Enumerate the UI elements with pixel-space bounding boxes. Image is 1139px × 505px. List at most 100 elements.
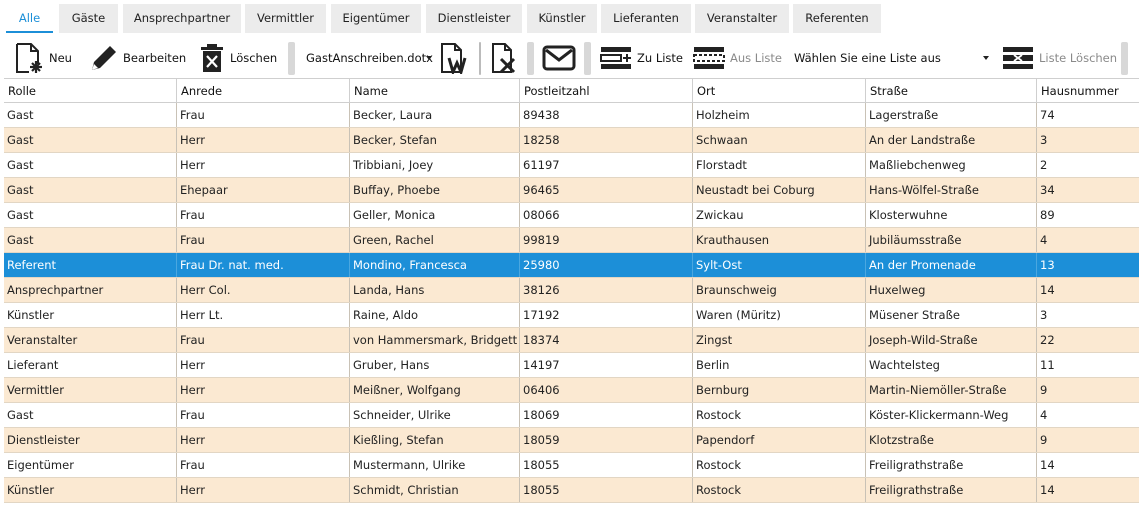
word-document-button[interactable]	[439, 38, 471, 78]
cell-strasse: Joseph-Wild-Straße	[866, 328, 1037, 352]
tab-gaeste[interactable]: Gäste	[59, 4, 118, 33]
new-button-label: Neu	[49, 51, 72, 65]
table-row[interactable]: Gast Herr Becker, Stefan 18258 Schwaan An der…	[4, 128, 1139, 153]
cell-hausnummer: 4	[1040, 233, 1048, 247]
template-dropdown-value: GastAnschreiben.dotx	[306, 51, 433, 65]
toolbar-separator	[527, 42, 534, 75]
cell-strasse: Lagerstraße	[866, 103, 1037, 127]
cell-ort: Neustadt bei Coburg	[693, 178, 866, 202]
cell-hausnummer: 2	[1040, 158, 1048, 172]
cell-strasse: Wachtelsteg	[866, 353, 1037, 377]
cell-rolle: Künstler	[4, 303, 177, 327]
cell-anrede: Herr	[177, 153, 350, 177]
column-header-ort[interactable]: Ort	[693, 79, 866, 103]
table-row[interactable]: Eigentümer Frau Mustermann, Ulrike 18055 Ros…	[4, 453, 1139, 478]
cell-ort: Papendorf	[693, 428, 866, 452]
tab-kuenstler[interactable]: Künstler	[527, 4, 597, 33]
trash-icon	[201, 44, 223, 72]
cell-postleitzahl: 18258	[520, 128, 693, 152]
cell-rolle: Künstler	[4, 478, 177, 502]
add-to-list-button[interactable]: Zu Liste	[600, 38, 683, 78]
delete-list-icon	[1003, 47, 1033, 69]
chevron-down-icon	[983, 56, 989, 60]
table-row[interactable]: Künstler Herr Schmidt, Christian 18055 Rosto…	[4, 478, 1139, 503]
cell-name: von Hammersmark, Bridgett	[350, 328, 520, 352]
tab-eigentuemer[interactable]: Eigentümer	[331, 4, 421, 33]
cell-rolle: Dienstleister	[4, 428, 177, 452]
envelope-icon	[542, 45, 576, 71]
cell-hausnummer: 34	[1040, 183, 1055, 197]
cell-strasse: An der Landstraße	[866, 128, 1037, 152]
table-row[interactable]: Vermittler Herr Meißner, Wolfgang 06406 Bern…	[4, 378, 1139, 403]
table-row[interactable]: Gast Herr Tribbiani, Joey 61197 Florstadt Maß…	[4, 153, 1139, 178]
tab-lieferanten[interactable]: Lieferanten	[601, 4, 691, 33]
excel-document-button[interactable]	[490, 38, 518, 78]
cell-name: Landa, Hans	[350, 278, 520, 302]
column-header-postleitzahl[interactable]: Postleitzahl	[520, 79, 693, 103]
toolbar-separator	[288, 42, 295, 75]
cell-hausnummer: 14	[1040, 483, 1055, 497]
column-header-hausnummer[interactable]: Hausnummer	[1037, 79, 1139, 103]
add-to-list-icon	[600, 47, 631, 69]
cell-strasse: An der Promenade	[866, 253, 1037, 277]
template-dropdown[interactable]: GastAnschreiben.dotx	[306, 38, 433, 78]
cell-postleitzahl: 14197	[520, 353, 693, 377]
cell-postleitzahl: 38126	[520, 278, 693, 302]
new-document-icon	[16, 43, 42, 73]
cell-rolle: Referent	[4, 253, 177, 277]
table-row[interactable]: Dienstleister Herr Kießling, Stefan 18059 Pa…	[4, 428, 1139, 453]
cell-name: Mondino, Francesca	[350, 253, 520, 277]
pencil-icon	[92, 46, 116, 70]
table-row[interactable]: Gast Frau Becker, Laura 89438 Holzheim Lagers…	[4, 103, 1139, 128]
remove-from-list-button[interactable]: Aus Liste	[693, 38, 782, 78]
list-dropdown[interactable]: Wählen Sie eine Liste aus	[794, 38, 941, 78]
cell-strasse: Köster-Klickermann-Weg	[866, 403, 1037, 427]
table-row[interactable]: Ansprechpartner Herr Col. Landa, Hans 38126…	[4, 278, 1139, 303]
toolbar-separator	[584, 42, 591, 75]
table-row[interactable]: Gast Frau Geller, Monica 08066 Zwickau Kloste…	[4, 203, 1139, 228]
cell-anrede: Herr Col.	[177, 278, 350, 302]
delete-list-button[interactable]: Liste Löschen	[1002, 38, 1117, 78]
column-header-strasse[interactable]: Straße	[866, 79, 1037, 103]
cell-anrede: Herr Lt.	[177, 303, 350, 327]
delete-button[interactable]: Löschen	[199, 38, 277, 78]
cell-strasse: Hans-Wölfel-Straße	[866, 178, 1037, 202]
table-row[interactable]: Gast Frau Green, Rachel 99819 Krauthausen Jub…	[4, 228, 1139, 253]
cell-anrede: Herr	[177, 478, 350, 502]
cell-postleitzahl: 99819	[520, 228, 693, 252]
toolbar: Neu Bearbeiten Löschen GastAnschreiben.d…	[0, 38, 1139, 78]
column-header-name[interactable]: Name	[350, 79, 520, 103]
email-button[interactable]	[542, 38, 576, 78]
cell-anrede: Frau	[177, 453, 350, 477]
column-header-anrede[interactable]: Anrede	[177, 79, 350, 103]
table-row[interactable]: Lieferant Herr Gruber, Hans 14197 Berlin Wach…	[4, 353, 1139, 378]
cell-anrede: Herr	[177, 428, 350, 452]
tab-dienstleister[interactable]: Dienstleister	[426, 4, 522, 33]
table-row[interactable]: Gast Frau Schneider, Ulrike 18069 Rostock Kös…	[4, 403, 1139, 428]
cell-name: Kießling, Stefan	[350, 428, 520, 452]
cell-postleitzahl: 89438	[520, 103, 693, 127]
remove-from-list-icon	[693, 47, 725, 69]
cell-anrede: Frau	[177, 103, 350, 127]
cell-postleitzahl: 18069	[520, 403, 693, 427]
cell-anrede: Frau Dr. nat. med.	[177, 253, 350, 277]
tab-vermittler[interactable]: Vermittler	[245, 4, 326, 33]
tab-ansprechpartner[interactable]: Ansprechpartner	[123, 4, 241, 33]
edit-button[interactable]: Bearbeiten	[88, 38, 186, 78]
tab-veranstalter[interactable]: Veranstalter	[695, 4, 789, 33]
tab-referenten[interactable]: Referenten	[793, 4, 881, 33]
cell-rolle: Gast	[4, 228, 177, 252]
cell-hausnummer: 89	[1040, 208, 1055, 222]
new-button[interactable]: Neu	[14, 38, 72, 78]
tab-alle[interactable]: Alle	[6, 4, 53, 33]
table-row[interactable]: Referent Frau Dr. nat. med. Mondino, Franc…	[4, 253, 1139, 278]
table-row[interactable]: Gast Ehepaar Buffay, Phoebe 96465 Neustadt b…	[4, 178, 1139, 203]
cell-postleitzahl: 18055	[520, 453, 693, 477]
table-row[interactable]: Veranstalter Frau von Hammersmark, Bridget…	[4, 328, 1139, 353]
cell-strasse: Klotzstraße	[866, 428, 1037, 452]
cell-rolle: Vermittler	[4, 378, 177, 402]
cell-hausnummer: 3	[1040, 308, 1048, 322]
table-row[interactable]: Künstler Herr Lt. Raine, Aldo 17192 Waren (M…	[4, 303, 1139, 328]
column-header-rolle[interactable]: Rolle	[4, 79, 177, 103]
cell-hausnummer: 11	[1040, 358, 1055, 372]
